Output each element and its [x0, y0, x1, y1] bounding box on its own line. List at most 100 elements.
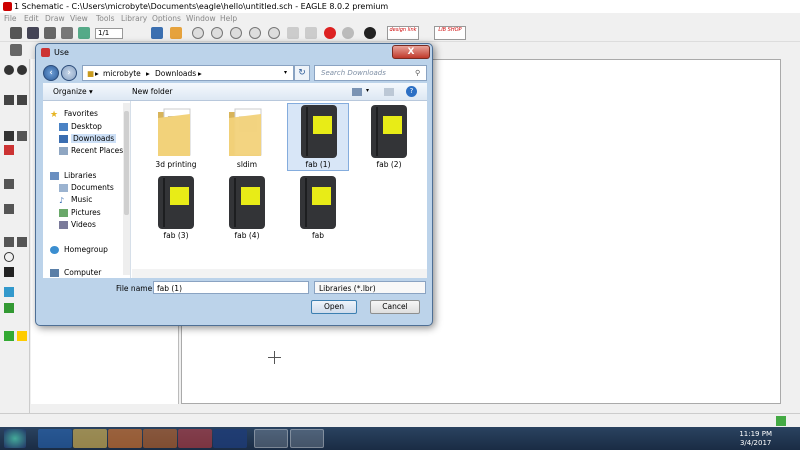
move-icon[interactable]: [4, 95, 14, 105]
nav-computer[interactable]: Computer: [64, 268, 101, 277]
start-button[interactable]: [4, 429, 26, 448]
run-ulp-icon[interactable]: [170, 27, 182, 39]
stop-icon[interactable]: [324, 27, 336, 39]
eagle-taskbar-icon[interactable]: [290, 429, 324, 448]
nav-music[interactable]: Music: [71, 195, 92, 204]
dialog-close-button[interactable]: X: [392, 45, 430, 59]
file-item-sldim[interactable]: sldim: [216, 104, 278, 172]
new-folder-button[interactable]: New folder: [132, 87, 173, 96]
open-button[interactable]: Open: [311, 300, 357, 314]
net-icon[interactable]: [4, 287, 14, 297]
menu-view[interactable]: View: [70, 14, 88, 23]
file-type-select[interactable]: Libraries (*.lbr): [314, 281, 426, 294]
help-icon[interactable]: [364, 27, 376, 39]
zoom-out-icon[interactable]: [230, 27, 242, 39]
zoom-select-icon[interactable]: [268, 27, 280, 39]
view-options-icon[interactable]: [352, 88, 362, 96]
back-icon[interactable]: ‹: [43, 65, 59, 81]
save-icon[interactable]: [27, 27, 39, 39]
file-item-fab-3[interactable]: fab (3): [145, 175, 207, 243]
warning-icon[interactable]: [17, 331, 27, 341]
firefox-taskbar-icon[interactable]: [143, 429, 177, 448]
canvas-horizontal-scrollbar[interactable]: [181, 404, 781, 413]
show-icon[interactable]: [17, 65, 27, 75]
preview-pane-icon[interactable]: [384, 88, 394, 96]
menu-options[interactable]: Options: [152, 14, 181, 23]
undo-icon[interactable]: [287, 27, 299, 39]
organize-button[interactable]: Organize ▾: [53, 87, 93, 96]
sheet-select[interactable]: 1/1: [95, 28, 123, 39]
canvas-vertical-scrollbar[interactable]: [781, 59, 800, 404]
path-dropdown-icon[interactable]: ▾: [284, 69, 287, 76]
go-icon[interactable]: [342, 27, 354, 39]
line-icon[interactable]: [4, 237, 14, 247]
forward-icon[interactable]: ›: [61, 65, 77, 81]
files-horizontal-scrollbar[interactable]: [132, 269, 427, 278]
junction-icon[interactable]: [4, 303, 14, 313]
replace-icon[interactable]: [4, 145, 14, 155]
media-taskbar-icon[interactable]: [108, 429, 142, 448]
sublime-taskbar-icon[interactable]: [254, 429, 288, 448]
help-icon[interactable]: ?: [406, 86, 417, 97]
nav-libraries[interactable]: Libraries: [64, 171, 96, 180]
file-item-3d-printing[interactable]: 3d printing: [145, 104, 207, 172]
refresh-icon[interactable]: ↻: [294, 65, 310, 81]
cam-icon[interactable]: [61, 27, 73, 39]
nav-videos[interactable]: Videos: [71, 220, 96, 229]
file-item-fab[interactable]: fab: [287, 175, 349, 243]
add-icon[interactable]: [17, 131, 27, 141]
nav-desktop[interactable]: Desktop: [71, 122, 102, 131]
open-icon[interactable]: [10, 27, 22, 39]
file-item-fab-1[interactable]: fab (1): [287, 103, 349, 171]
file-item-fab-2[interactable]: fab (2): [358, 104, 420, 172]
copy-icon[interactable]: [17, 95, 27, 105]
view-dropdown-icon[interactable]: ▾: [366, 87, 369, 94]
grid-icon[interactable]: [10, 44, 22, 56]
rect-icon[interactable]: [4, 267, 14, 277]
zoom-redraw-icon[interactable]: [249, 27, 261, 39]
command-bar: Organize ▾ New folder ▾ ?: [43, 83, 427, 101]
nav-homegroup[interactable]: Homegroup: [64, 245, 108, 254]
board-icon[interactable]: [78, 27, 90, 39]
script-icon[interactable]: [151, 27, 163, 39]
cancel-button[interactable]: Cancel: [370, 300, 420, 314]
search-input[interactable]: Search Downloads ⚲: [314, 65, 427, 81]
zoom-in-icon[interactable]: [211, 27, 223, 39]
redo-icon[interactable]: [305, 27, 317, 39]
ie-taskbar-icon[interactable]: [38, 429, 72, 448]
chrome-taskbar-icon[interactable]: [178, 429, 212, 448]
breadcrumb-microbyte[interactable]: microbyte: [103, 69, 141, 78]
menu-draw[interactable]: Draw: [45, 14, 65, 23]
breadcrumb-downloads[interactable]: Downloads: [155, 69, 196, 78]
file-name-input[interactable]: fab (1): [153, 281, 309, 294]
menu-tools[interactable]: Tools: [96, 14, 114, 23]
menu-edit[interactable]: Edit: [24, 14, 39, 23]
erc-icon[interactable]: [4, 331, 14, 341]
nav-scrollbar-thumb[interactable]: [124, 111, 129, 215]
explorer-taskbar-icon[interactable]: [73, 429, 107, 448]
nav-pictures[interactable]: Pictures: [71, 208, 101, 217]
zoom-fit-icon[interactable]: [192, 27, 204, 39]
nav-recent-places[interactable]: Recent Places: [71, 146, 123, 155]
name-icon[interactable]: [4, 179, 14, 189]
breadcrumb[interactable]: ■ ▸ microbyte ▸ Downloads ▸ ▾: [82, 65, 294, 81]
menu-file[interactable]: File: [4, 14, 17, 23]
info-icon[interactable]: [4, 65, 14, 75]
print-icon[interactable]: [44, 27, 56, 39]
nav-downloads[interactable]: Downloads: [71, 134, 117, 143]
text-icon[interactable]: [17, 237, 27, 247]
menu-help[interactable]: Help: [220, 14, 237, 23]
lib-shop-button[interactable]: LIB SHOP: [434, 26, 466, 40]
photoshop-taskbar-icon[interactable]: [213, 429, 247, 448]
menu-window[interactable]: Window: [186, 14, 216, 23]
delete-icon[interactable]: [4, 131, 14, 141]
nav-documents[interactable]: Documents: [71, 183, 114, 192]
status-go-icon[interactable]: [776, 416, 786, 426]
design-link-button[interactable]: design link: [387, 26, 419, 40]
system-clock[interactable]: 11:19 PM 3/4/2017: [739, 430, 772, 448]
menu-library[interactable]: Library: [121, 14, 147, 23]
circle-icon[interactable]: [4, 252, 14, 262]
nav-favorites[interactable]: Favorites: [64, 109, 98, 118]
split-icon[interactable]: [4, 204, 14, 214]
file-item-fab-4[interactable]: fab (4): [216, 175, 278, 243]
